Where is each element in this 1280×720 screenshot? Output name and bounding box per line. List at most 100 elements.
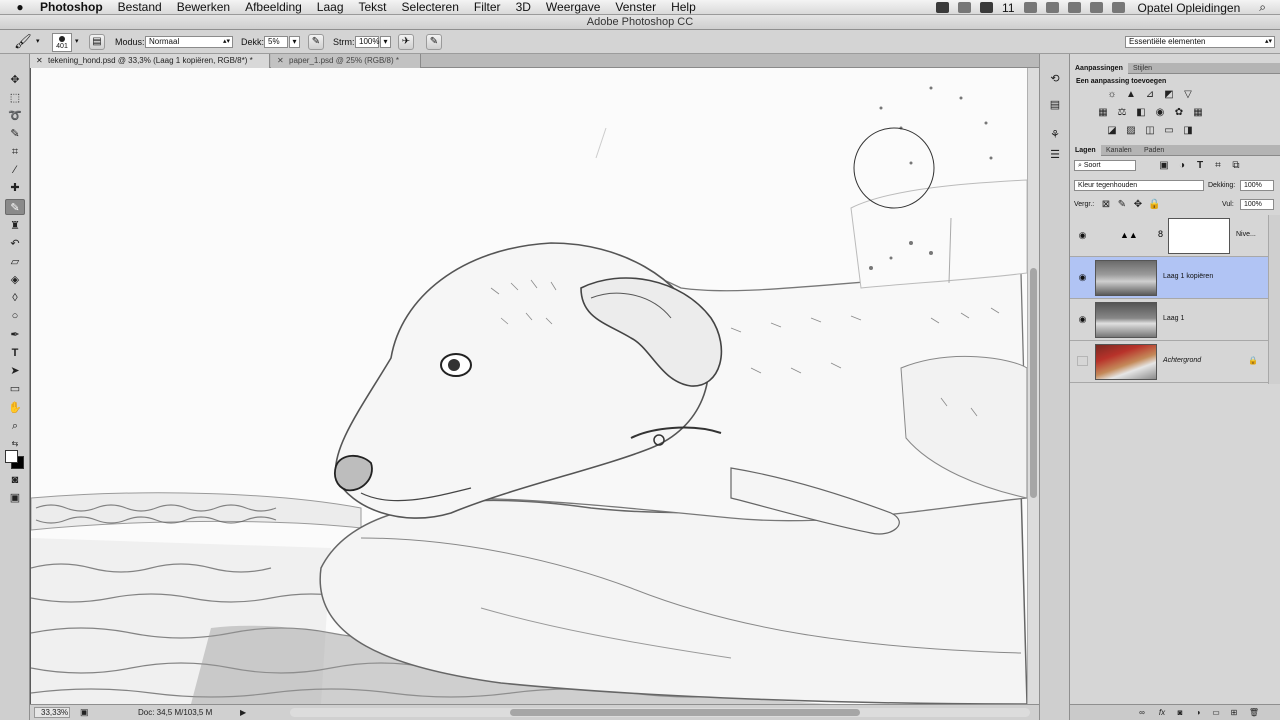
tab-paper-1[interactable]: ✕ paper_1.psd @ 25% (RGB/8) * <box>271 54 421 68</box>
foreground-color-swatch[interactable] <box>5 450 18 463</box>
spotlight-search-icon[interactable]: ⌕ <box>1259 0 1266 15</box>
menu-filter[interactable]: Filter <box>474 0 501 14</box>
layer-mask-thumbnail[interactable] <box>1168 218 1230 254</box>
hand-tool-icon[interactable]: ✋ <box>5 400 25 416</box>
time-machine-icon[interactable] <box>1067 2 1081 13</box>
menu-bewerken[interactable]: Bewerken <box>177 0 230 14</box>
menu-bestand[interactable]: Bestand <box>118 0 162 14</box>
photo-filter-icon[interactable]: ◉ <box>1154 107 1166 118</box>
brush-tool-preset-icon[interactable]: 🖌 <box>14 33 32 50</box>
menu-help[interactable]: Help <box>671 0 696 14</box>
opacity-dropdown-arrow-icon[interactable]: ▾ <box>289 36 300 48</box>
brightness-contrast-icon[interactable]: ☼ <box>1106 89 1118 100</box>
history-brush-tool-icon[interactable]: ↶ <box>5 236 25 252</box>
battery-icon[interactable] <box>1023 2 1037 13</box>
path-selection-tool-icon[interactable]: ➤ <box>5 363 25 379</box>
eye-icon[interactable]: ◉ <box>1077 272 1088 282</box>
menu-selecteren[interactable]: Selecteren <box>402 0 459 14</box>
tab-paden[interactable]: Paden <box>1139 145 1169 156</box>
image-canvas[interactable] <box>31 68 1027 704</box>
eye-icon[interactable]: ◉ <box>1077 314 1088 324</box>
tab-stijlen[interactable]: Stijlen <box>1128 63 1157 74</box>
lock-position-icon[interactable]: ✥ <box>1132 199 1144 210</box>
tab-tekening-hond[interactable]: ✕ tekening_hond.psd @ 33,3% (Laag 1 kopi… <box>30 54 270 68</box>
adobe-icon[interactable] <box>980 2 994 13</box>
vertical-scrollbar[interactable] <box>1027 68 1039 704</box>
move-tool-icon[interactable]: ✥ <box>5 72 25 88</box>
lock-all-icon[interactable]: 🔒 <box>1148 199 1160 210</box>
link-icon[interactable]: 8 <box>1158 229 1163 239</box>
screen-mode-icon[interactable]: ▣ <box>5 490 25 506</box>
black-white-icon[interactable]: ◧ <box>1135 107 1147 118</box>
delete-layer-icon[interactable]: 🗑 <box>1248 707 1260 719</box>
flow-dropdown-arrow-icon[interactable]: ▾ <box>380 36 391 48</box>
filter-pixel-icon[interactable]: ▣ <box>1158 160 1170 171</box>
brush-panel-icon[interactable]: ⚘ <box>1047 128 1063 142</box>
lock-pixels-icon[interactable]: ✎ <box>1116 199 1128 210</box>
menu-app-name[interactable]: Photoshop <box>40 0 103 14</box>
rectangle-tool-icon[interactable]: ▭ <box>5 381 25 397</box>
close-tab-icon[interactable]: ✕ <box>277 54 284 68</box>
horizontal-scrollbar[interactable] <box>290 708 1030 717</box>
tab-aanpassingen[interactable]: Aanpassingen <box>1070 63 1128 74</box>
scissors-icon[interactable] <box>958 2 972 13</box>
layer-style-icon[interactable]: fx <box>1156 707 1168 719</box>
filter-shape-icon[interactable]: ⌗ <box>1212 160 1224 171</box>
layer-row-laag-1[interactable]: ◉ Laag 1 <box>1070 299 1268 341</box>
filter-smart-object-icon[interactable]: ⧉ <box>1230 160 1242 171</box>
horizontal-scroll-thumb[interactable] <box>510 709 860 716</box>
zoom-field[interactable]: 33,33% <box>34 707 70 718</box>
quick-selection-tool-icon[interactable]: ✎ <box>5 126 25 142</box>
volume-icon[interactable] <box>1089 2 1103 13</box>
filter-type-icon[interactable]: T <box>1194 160 1206 171</box>
dodge-tool-icon[interactable]: ○ <box>5 308 25 324</box>
airbrush-icon[interactable]: ✈ <box>398 34 414 50</box>
tab-kanalen[interactable]: Kanalen <box>1101 145 1137 156</box>
eyedropper-tool-icon[interactable]: ⁄ <box>5 162 25 178</box>
fill-input[interactable]: 100% <box>1240 199 1274 210</box>
color-balance-icon[interactable]: ⚖ <box>1116 107 1128 118</box>
wifi-icon[interactable] <box>1045 2 1059 13</box>
crop-tool-icon[interactable]: ⌗ <box>5 144 25 160</box>
vertical-scroll-thumb[interactable] <box>1030 268 1037 498</box>
exposure-icon[interactable]: ◩ <box>1163 89 1175 100</box>
brush-tool-icon[interactable]: ✎ <box>5 199 25 215</box>
curves-icon[interactable]: ⊿ <box>1144 89 1156 100</box>
opacity-input[interactable]: 5% <box>264 36 288 48</box>
layer-row-achtergrond[interactable]: Achtergrond 🔒 <box>1070 341 1268 383</box>
marquee-tool-icon[interactable]: ⬚ <box>5 90 25 106</box>
menu-weergave[interactable]: Weergave <box>546 0 600 14</box>
eye-icon[interactable]: ◉ <box>1077 230 1088 240</box>
close-tab-icon[interactable]: ✕ <box>36 54 43 68</box>
mode-dropdown[interactable]: Normaal ▴▾ <box>145 36 233 48</box>
add-mask-icon[interactable]: ◙ <box>1174 707 1186 719</box>
layers-scrollbar[interactable] <box>1268 215 1280 384</box>
pen-tool-icon[interactable]: ✒ <box>5 327 25 343</box>
gradient-map-icon[interactable]: ▭ <box>1163 125 1175 136</box>
filter-adjustment-icon[interactable]: ◑ <box>1176 160 1188 171</box>
brush-picker-arrow-icon[interactable]: ▾ <box>75 37 79 45</box>
selective-color-icon[interactable]: ◨ <box>1182 125 1194 136</box>
zoom-tool-icon[interactable]: ⌕ <box>5 418 25 434</box>
flag-icon[interactable] <box>1111 2 1125 13</box>
user-name[interactable]: Opatel Opleidingen <box>1138 1 1241 15</box>
posterize-icon[interactable]: ▨ <box>1125 125 1137 136</box>
status-menu-arrow-icon[interactable]: ▶ <box>240 705 246 720</box>
layer-filter-dropdown[interactable]: ⌕ Soort <box>1074 160 1136 171</box>
type-tool-icon[interactable]: T <box>5 345 25 361</box>
new-adjustment-layer-icon[interactable]: ◑ <box>1192 707 1204 719</box>
brush-panel-toggle-icon[interactable]: ▤ <box>89 34 105 50</box>
brush-size-picker[interactable]: 401 <box>52 33 72 52</box>
brush-presets-panel-icon[interactable]: ☰ <box>1047 148 1063 162</box>
menu-laag[interactable]: Laag <box>317 0 344 14</box>
tab-lagen[interactable]: Lagen <box>1070 145 1101 156</box>
channel-mixer-icon[interactable]: ✿ <box>1173 107 1185 118</box>
apple-icon[interactable]: ● <box>12 0 28 14</box>
layer-row-laag-1-kopieren[interactable]: ◉ Laag 1 kopiëren <box>1070 257 1268 299</box>
adobe-application-manager-icon[interactable] <box>936 2 950 13</box>
vibrance-icon[interactable]: ▽ <box>1182 89 1194 100</box>
new-group-icon[interactable]: ▭ <box>1210 707 1222 719</box>
paint-bucket-tool-icon[interactable]: ◈ <box>5 272 25 288</box>
menu-venster[interactable]: Venster <box>615 0 656 14</box>
workspace-dropdown[interactable]: Essentiële elementen ▴▾ <box>1125 36 1275 48</box>
